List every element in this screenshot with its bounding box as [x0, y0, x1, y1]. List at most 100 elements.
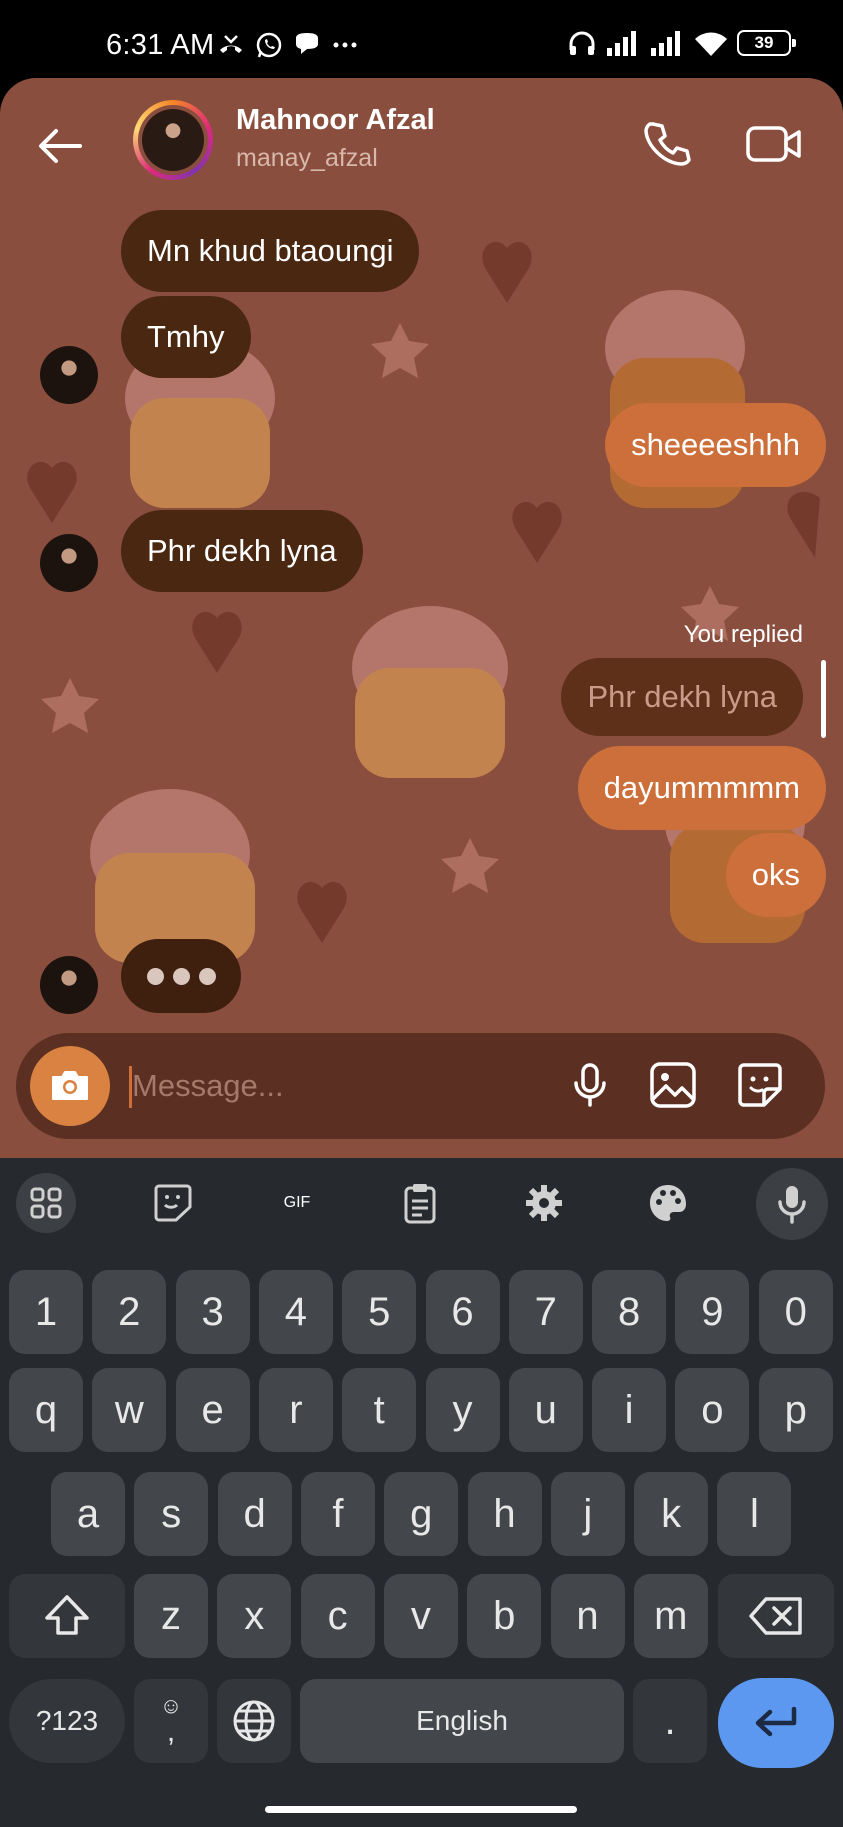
key-e[interactable]: e: [175, 1368, 250, 1452]
soft-keyboard: GIF 1234567890 qwertyuiop asdfghjkl zxcvbnm…: [0, 1158, 843, 1827]
key-8[interactable]: 8: [592, 1270, 667, 1354]
message-bubble-outgoing[interactable]: dayummmmm: [577, 746, 826, 830]
sticker-icon[interactable]: [734, 1059, 786, 1111]
contact-handle[interactable]: manay_afzal: [236, 144, 378, 173]
chat-bubble-icon: [296, 33, 318, 54]
whatsapp-icon: [256, 32, 282, 58]
key-r[interactable]: r: [258, 1368, 333, 1452]
enter-key[interactable]: [718, 1678, 834, 1768]
comma-key[interactable]: ☺,: [134, 1679, 208, 1763]
contact-name[interactable]: Mahnoor Afzal: [236, 104, 435, 137]
status-bar: 6:31 AM 39: [0, 0, 843, 78]
key-o[interactable]: o: [675, 1368, 750, 1452]
key-p[interactable]: p: [758, 1368, 833, 1452]
key-j[interactable]: j: [550, 1472, 625, 1556]
key-v[interactable]: v: [383, 1574, 458, 1658]
settings-icon[interactable]: [514, 1173, 574, 1233]
key-d[interactable]: d: [217, 1472, 292, 1556]
key-y[interactable]: y: [425, 1368, 500, 1452]
space-key[interactable]: English: [300, 1679, 624, 1763]
key-7[interactable]: 7: [508, 1270, 583, 1354]
camera-button[interactable]: [30, 1046, 110, 1126]
wifi-icon: [695, 32, 727, 56]
sender-avatar[interactable]: [40, 956, 98, 1014]
key-0[interactable]: 0: [758, 1270, 833, 1354]
message-bubble-outgoing[interactable]: oks: [725, 833, 826, 917]
key-c[interactable]: c: [300, 1574, 375, 1658]
period-key[interactable]: .: [633, 1679, 707, 1763]
key-t[interactable]: t: [342, 1368, 417, 1452]
system-icons: 39: [567, 28, 796, 58]
key-g[interactable]: g: [384, 1472, 459, 1556]
key-x[interactable]: x: [217, 1574, 292, 1658]
key-k[interactable]: k: [634, 1472, 709, 1556]
reply-indicator-bar: [821, 660, 826, 738]
clipboard-icon[interactable]: [390, 1173, 450, 1233]
key-l[interactable]: l: [717, 1472, 792, 1556]
reply-label: You replied: [683, 621, 803, 648]
language-key[interactable]: [217, 1679, 291, 1763]
message-input[interactable]: [132, 1061, 472, 1111]
key-6[interactable]: 6: [425, 1270, 500, 1354]
apps-icon[interactable]: [16, 1173, 76, 1233]
video-call-icon[interactable]: [744, 116, 804, 172]
shift-icon: [45, 1595, 89, 1635]
signal-2-icon: [651, 31, 680, 56]
backspace-key[interactable]: [718, 1574, 834, 1658]
message-bubble-outgoing[interactable]: sheeeeshhh: [605, 403, 826, 487]
quoted-message[interactable]: Phr dekh lyna: [561, 658, 803, 736]
chat-thread[interactable]: Mahnoor Afzal manay_afzal Mn khud btaoun…: [0, 78, 843, 1158]
key-w[interactable]: w: [92, 1368, 167, 1452]
notification-icons: [216, 30, 360, 60]
key-2[interactable]: 2: [92, 1270, 167, 1354]
palette-icon[interactable]: [638, 1173, 698, 1233]
key-f[interactable]: f: [300, 1472, 375, 1556]
sender-avatar[interactable]: [40, 346, 98, 404]
enter-icon: [755, 1706, 797, 1737]
key-b[interactable]: b: [467, 1574, 542, 1658]
key-1[interactable]: 1: [9, 1270, 83, 1354]
emoji-sticker-icon[interactable]: [143, 1173, 203, 1233]
key-4[interactable]: 4: [258, 1270, 333, 1354]
key-n[interactable]: n: [550, 1574, 625, 1658]
signal-icon: [607, 31, 636, 56]
sender-avatar[interactable]: [40, 534, 98, 592]
gallery-icon[interactable]: [647, 1059, 699, 1111]
globe-icon: [233, 1700, 275, 1742]
battery-indicator: 39: [737, 30, 796, 56]
typing-indicator: [121, 939, 241, 1013]
shift-key[interactable]: [9, 1574, 125, 1658]
key-i[interactable]: i: [592, 1368, 667, 1452]
more-notifications-icon: [333, 42, 357, 48]
backspace-icon: [749, 1597, 802, 1635]
key-9[interactable]: 9: [675, 1270, 750, 1354]
key-z[interactable]: z: [134, 1574, 208, 1658]
keyboard-toolbar: GIF: [0, 1158, 843, 1248]
key-m[interactable]: m: [633, 1574, 708, 1658]
message-bubble-incoming[interactable]: Phr dekh lyna: [121, 510, 363, 592]
back-arrow-icon[interactable]: [30, 116, 90, 176]
phone-icon[interactable]: [638, 116, 694, 172]
symbols-key[interactable]: ?123: [9, 1679, 125, 1763]
camera-icon: [52, 1071, 88, 1100]
headphones-icon: [569, 31, 595, 55]
message-bubble-incoming[interactable]: Tmhy: [121, 296, 251, 378]
chat-header: Mahnoor Afzal manay_afzal: [0, 78, 843, 208]
key-3[interactable]: 3: [175, 1270, 250, 1354]
message-bubble-incoming[interactable]: Mn khud btaoungi: [121, 210, 420, 292]
key-5[interactable]: 5: [342, 1270, 417, 1354]
microphone-icon[interactable]: [564, 1059, 616, 1111]
key-q[interactable]: q: [9, 1368, 83, 1452]
key-s[interactable]: s: [134, 1472, 209, 1556]
voice-input-icon[interactable]: [756, 1168, 828, 1240]
contact-avatar[interactable]: [133, 100, 213, 180]
key-a[interactable]: a: [51, 1472, 125, 1556]
message-composer: [16, 1033, 825, 1139]
missed-call-icon: [220, 35, 242, 53]
gif-button[interactable]: GIF: [266, 1173, 328, 1233]
status-time: 6:31 AM: [106, 29, 215, 61]
emoji-icon: ☺: [159, 1693, 183, 1718]
key-u[interactable]: u: [508, 1368, 583, 1452]
home-indicator[interactable]: [265, 1806, 577, 1813]
key-h[interactable]: h: [467, 1472, 542, 1556]
